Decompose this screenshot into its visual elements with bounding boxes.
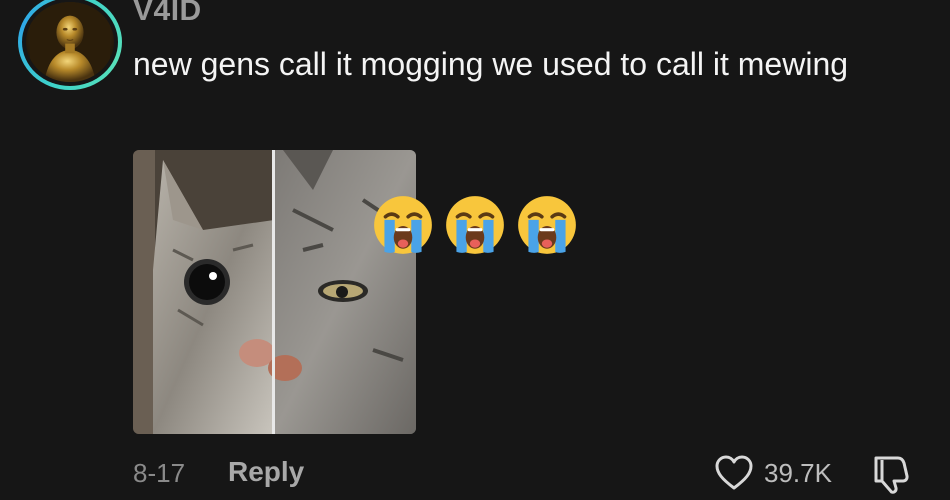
comment-date: 8-17: [133, 458, 186, 488]
loudly-crying-face-icon: [442, 192, 508, 258]
heart-outline-icon[interactable]: [714, 454, 754, 492]
avatar-image: [26, 2, 114, 82]
emoji-row: [370, 192, 580, 258]
thumbs-down-outline-icon[interactable]: [870, 452, 912, 494]
golden-statue-avatar-icon: [30, 2, 110, 82]
loudly-crying-face-icon: [514, 192, 580, 258]
reply-button[interactable]: Reply: [228, 456, 304, 488]
loudly-crying-face-icon: [370, 192, 436, 258]
username[interactable]: V4ID: [133, 0, 202, 28]
comment-text: new gens call it mogging we used to call…: [133, 46, 849, 82]
avatar[interactable]: [18, 0, 122, 90]
comment-card: V4ID new gens call it mogging we used to…: [0, 0, 950, 500]
like-count: 39.7K: [764, 458, 832, 488]
